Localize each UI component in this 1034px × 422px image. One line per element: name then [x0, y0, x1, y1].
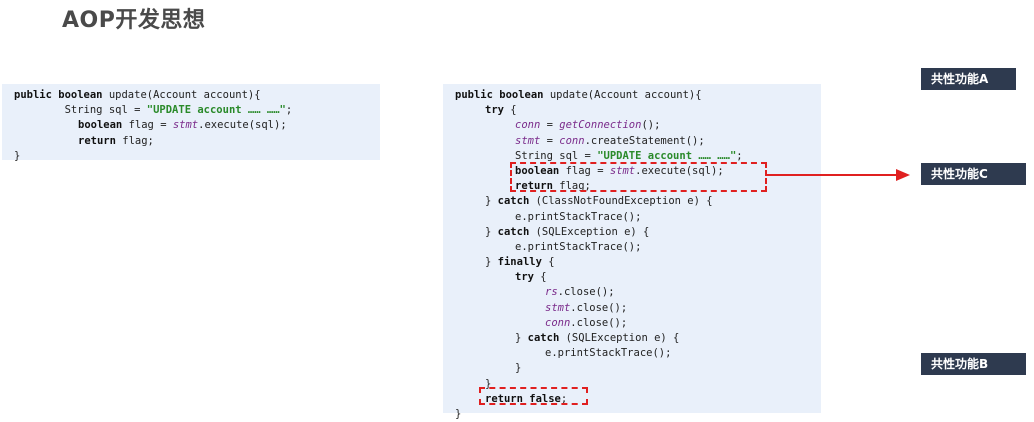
code-line: try { [443, 103, 821, 118]
code-text: .close(); [570, 316, 628, 329]
code-string: "UPDATE account …… ……" [597, 149, 737, 162]
code-line: conn.close(); [443, 316, 821, 331]
code-line: stmt.close(); [443, 301, 821, 316]
code-text: .close(); [557, 286, 615, 299]
code-keyword: boolean [78, 119, 123, 132]
code-keyword: public boolean [455, 89, 544, 101]
code-text: String sql = [14, 104, 147, 117]
code-text: .createStatement(); [584, 134, 705, 147]
code-text: } [485, 225, 498, 238]
code-text: update(Account account){ [102, 89, 261, 101]
code-line: } [515, 362, 522, 375]
code-text: } [515, 332, 528, 344]
code-keyword: catch [527, 332, 560, 344]
code-text: { [541, 256, 555, 269]
code-line: try { [443, 270, 821, 285]
arrow-line [767, 174, 899, 176]
code-text: } [485, 195, 498, 208]
label-common-function-b: 共性功能B [921, 353, 1026, 375]
code-keyword: catch [497, 195, 530, 208]
code-line: } [455, 407, 462, 420]
original-code-block: public boolean update(Account account){ … [2, 84, 380, 162]
code-line: boolean flag = stmt.execute(sql); [2, 118, 380, 133]
code-keyword: try [485, 104, 504, 117]
label-common-function-a: 共性功能A [921, 68, 1016, 90]
highlight-box-core-logic [510, 162, 767, 192]
code-field: conn [545, 316, 571, 329]
code-text: String sql = [515, 149, 598, 162]
code-line: public boolean update(Account account){ [443, 88, 821, 103]
code-line: } catch (SQLException e) { [443, 225, 821, 240]
code-field: stmt [515, 134, 541, 147]
code-field: stmt [545, 301, 571, 314]
aop-code-block: public boolean update(Account account){ … [443, 84, 821, 420]
code-text: { [533, 271, 547, 284]
code-field: conn [559, 134, 585, 147]
code-line: e.printStackTrace(); [515, 210, 642, 223]
code-line: e.printStackTrace(); [545, 347, 672, 360]
code-keyword: catch [497, 225, 530, 238]
code-text: .close(); [570, 301, 628, 314]
code-field: rs [545, 286, 558, 299]
code-line: } catch (SQLException e) { [443, 331, 821, 346]
highlight-box-return-false [479, 387, 588, 405]
code-field: conn [515, 119, 541, 132]
code-line: String sql = "UPDATE account …… ……"; [2, 103, 380, 118]
code-text: flag; [115, 134, 154, 147]
code-text: (); [641, 119, 661, 132]
code-line: } [14, 149, 21, 162]
code-line: } finally { [443, 255, 821, 270]
code-field: getConnection [559, 119, 642, 132]
code-field: stmt [172, 119, 199, 132]
code-line: stmt = conn.createStatement(); [443, 134, 821, 149]
code-keyword: public boolean [14, 89, 103, 101]
code-text: } [485, 256, 498, 269]
arrow-head-icon [896, 169, 910, 181]
code-text: ; [285, 104, 293, 117]
code-text: (ClassNotFoundException e) { [529, 195, 713, 208]
label-common-function-c: 共性功能C [921, 163, 1026, 185]
code-text: update(Account account){ [543, 89, 702, 101]
code-text: = [540, 119, 560, 132]
code-line: return flag; [2, 134, 380, 149]
code-line: rs.close(); [443, 285, 821, 300]
code-text: (SQLException e) { [529, 225, 650, 238]
code-line: public boolean update(Account account){ [2, 88, 380, 103]
code-text: (SQLException e) { [559, 332, 680, 344]
code-text: = [540, 134, 560, 147]
code-text: .execute(sql); [198, 119, 287, 132]
code-line: } catch (ClassNotFoundException e) { [443, 194, 821, 209]
slide-title: AOP开发思想 [62, 8, 206, 33]
code-text: ; [736, 149, 743, 162]
code-keyword: finally [497, 256, 542, 269]
code-line: conn = getConnection(); [443, 118, 821, 133]
code-string: "UPDATE account …… ……" [146, 104, 286, 117]
code-keyword: return [78, 134, 116, 147]
code-text: flag = [122, 119, 173, 132]
code-keyword: try [515, 271, 534, 284]
code-line: e.printStackTrace(); [515, 240, 642, 253]
code-text: { [503, 104, 517, 117]
